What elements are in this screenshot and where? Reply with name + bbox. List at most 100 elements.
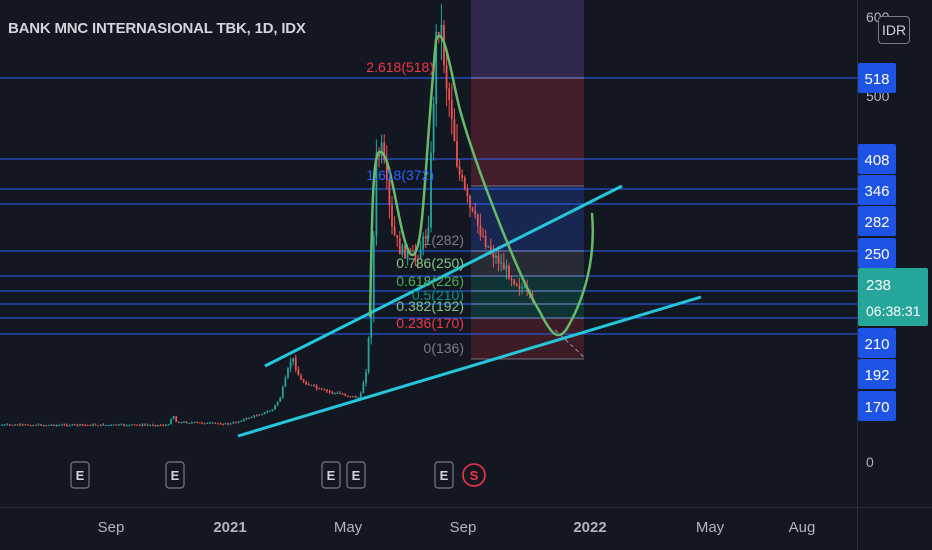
candle-body bbox=[440, 24, 443, 36]
candle-body bbox=[237, 421, 240, 423]
candle-body bbox=[32, 425, 35, 427]
candle-body bbox=[284, 377, 287, 387]
candle-body bbox=[388, 180, 391, 206]
candle-body bbox=[206, 422, 209, 424]
candle-body bbox=[21, 424, 24, 426]
candle-body bbox=[432, 103, 435, 153]
price-level-text: 192 bbox=[864, 367, 889, 384]
price-level-text: 408 bbox=[864, 152, 889, 169]
candle-body bbox=[211, 422, 214, 424]
candle-body bbox=[320, 388, 323, 390]
candle-body bbox=[55, 424, 58, 426]
candle-body bbox=[508, 265, 510, 280]
candle-body bbox=[297, 369, 300, 376]
earnings-marker[interactable]: E bbox=[70, 461, 90, 489]
candle-body bbox=[110, 424, 113, 426]
candle-body bbox=[372, 235, 375, 313]
time-axis-label: May bbox=[334, 519, 363, 536]
candle-body bbox=[180, 422, 183, 424]
candle-body bbox=[6, 424, 9, 426]
fib-label: 1.618(372) bbox=[366, 167, 434, 183]
candle-body bbox=[497, 255, 500, 264]
candle-body bbox=[219, 423, 222, 425]
candle-body bbox=[138, 424, 141, 426]
candle-body bbox=[255, 415, 258, 417]
price-level-label-210[interactable]: 210 bbox=[858, 328, 896, 358]
candle-body bbox=[8, 424, 11, 426]
price-level-label-408[interactable]: 408 bbox=[858, 144, 896, 174]
candle-body bbox=[120, 424, 123, 426]
candle-body bbox=[261, 413, 263, 415]
earnings-marker[interactable]: E bbox=[434, 461, 454, 489]
price-level-label-282[interactable]: 282 bbox=[858, 206, 896, 236]
time-axis-label: 2022 bbox=[573, 519, 606, 536]
candle-body bbox=[367, 337, 370, 372]
candle-body bbox=[266, 411, 269, 413]
price-level-label-192[interactable]: 192 bbox=[858, 359, 896, 389]
candle-body bbox=[118, 424, 120, 426]
candle-body bbox=[53, 424, 55, 426]
price-axis-separator bbox=[857, 0, 858, 550]
candle-body bbox=[107, 424, 110, 426]
fib-label: 0(136) bbox=[424, 340, 464, 356]
earnings-marker-label: E bbox=[171, 468, 180, 483]
current-price-value: 238 bbox=[866, 277, 891, 294]
candle-body bbox=[500, 262, 503, 264]
candle-body bbox=[157, 424, 159, 426]
candle-body bbox=[294, 357, 297, 370]
time-axis-label: Sep bbox=[98, 519, 125, 536]
candle-body bbox=[34, 425, 37, 427]
candle-body bbox=[47, 424, 50, 426]
candle-body bbox=[79, 424, 81, 426]
candle-body bbox=[190, 422, 193, 424]
price-level-label-346[interactable]: 346 bbox=[858, 175, 896, 205]
price-level-label-250[interactable]: 250 bbox=[858, 238, 896, 268]
split-marker[interactable]: S bbox=[462, 463, 486, 487]
candle-body bbox=[19, 424, 22, 426]
price-chart[interactable]: 2.618(518)1.618(372)1(282)0.786(250)0.61… bbox=[0, 0, 932, 550]
price-level-text: 250 bbox=[864, 246, 889, 263]
candle-body bbox=[289, 361, 292, 369]
candle-body bbox=[271, 409, 274, 411]
candle-body bbox=[27, 424, 29, 426]
split-marker-label: S bbox=[470, 468, 479, 483]
candle-body bbox=[448, 88, 451, 101]
time-axis-label: Aug bbox=[789, 519, 816, 536]
candle-body bbox=[144, 424, 146, 426]
candle-body bbox=[97, 425, 100, 427]
candle-body bbox=[450, 100, 453, 120]
candle-body bbox=[315, 385, 318, 389]
earnings-marker[interactable]: E bbox=[346, 461, 366, 489]
candle-body bbox=[326, 389, 328, 392]
candle-body bbox=[102, 424, 105, 426]
fib-zone-red bbox=[471, 78, 584, 186]
candle-body bbox=[214, 422, 217, 424]
candle-body bbox=[346, 395, 349, 397]
candle-body bbox=[170, 419, 172, 425]
candle-body bbox=[222, 424, 224, 426]
candle-body bbox=[183, 421, 185, 423]
candle-body bbox=[45, 425, 48, 427]
candle-body bbox=[510, 279, 513, 281]
candle-body bbox=[188, 422, 191, 424]
earnings-marker[interactable]: E bbox=[321, 461, 341, 489]
candle-body bbox=[1, 424, 3, 426]
candle-body bbox=[287, 368, 289, 378]
candle-body bbox=[391, 205, 393, 227]
candle-body bbox=[268, 410, 271, 412]
candle-body bbox=[209, 422, 211, 424]
price-level-label-170[interactable]: 170 bbox=[858, 391, 896, 421]
current-price-label: 238 06:38:31 bbox=[858, 268, 928, 326]
candle-body bbox=[250, 416, 253, 419]
time-axis-separator bbox=[0, 507, 932, 508]
candle-body bbox=[94, 424, 97, 426]
candle-body bbox=[411, 250, 414, 252]
candle-body bbox=[151, 424, 154, 426]
currency-button[interactable]: IDR bbox=[878, 16, 910, 44]
earnings-marker[interactable]: E bbox=[165, 461, 185, 489]
candle-body bbox=[159, 424, 162, 426]
price-level-label-518[interactable]: 518 bbox=[858, 63, 896, 93]
candle-body bbox=[471, 207, 474, 211]
candle-body bbox=[458, 166, 461, 175]
candle-body bbox=[60, 424, 63, 426]
